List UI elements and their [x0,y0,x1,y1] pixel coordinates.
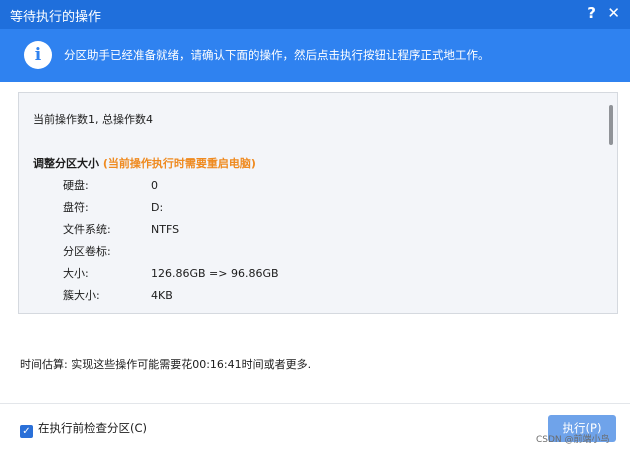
detail-value: D: [151,201,164,214]
time-estimate: 时间估算: 实现这些操作可能需要花00:16:41时间或者更多. [20,358,312,371]
watermark: CSDN @前端小鸟 [536,435,610,445]
operation-details-panel: 当前操作数1, 总操作数4 调整分区大小 (当前操作执行时需要重启电脑) 硬盘:… [18,92,618,314]
footer-divider [0,403,630,404]
info-icon: i [24,41,52,69]
check-partition-option[interactable]: ✓ 在执行前检查分区(C) [20,420,147,438]
operation-title: 调整分区大小 (当前操作执行时需要重启电脑) [33,155,256,171]
banner-text: 分区助手已经准备就绪，请确认下面的操作，然后点击执行按钮让程序正式地工作。 [64,48,490,62]
detail-key: 分区卷标: [63,245,111,258]
operation-summary: 当前操作数1, 总操作数4 [33,113,153,126]
detail-key: 簇大小: [63,289,100,302]
detail-row-size: 大小: 126.86GB => 96.86GB [63,265,279,281]
operation-name: 调整分区大小 [33,157,99,170]
detail-row-cluster-size: 簇大小: 4KB [63,287,173,303]
detail-key: 硬盘: [63,179,89,192]
detail-row-disk: 硬盘: 0 [63,177,158,193]
detail-value: 4KB [151,289,173,302]
check-partition-checkbox[interactable]: ✓ [20,425,33,438]
detail-value: 0 [151,179,158,192]
help-button[interactable]: ? [587,4,596,22]
info-banner: i 分区助手已经准备就绪，请确认下面的操作，然后点击执行按钮让程序正式地工作。 [0,29,630,82]
title-bar: 等待执行的操作 ? ✕ [0,0,630,29]
detail-value: 126.86GB => 96.86GB [151,267,279,280]
detail-key: 盘符: [63,201,89,214]
detail-key: 大小: [63,267,89,280]
close-button[interactable]: ✕ [607,4,620,22]
detail-row-volume-label: 分区卷标: [63,243,151,259]
check-partition-label: 在执行前检查分区(C) [38,421,148,435]
detail-row-drive-letter: 盘符: D: [63,199,163,215]
operation-note: (当前操作执行时需要重启电脑) [102,157,256,170]
detail-key: 文件系统: [63,223,111,236]
detail-value: NTFS [151,223,180,236]
window-title: 等待执行的操作 [10,10,102,25]
detail-row-file-system: 文件系统: NTFS [63,221,179,237]
details-scrollbar[interactable] [609,105,613,145]
